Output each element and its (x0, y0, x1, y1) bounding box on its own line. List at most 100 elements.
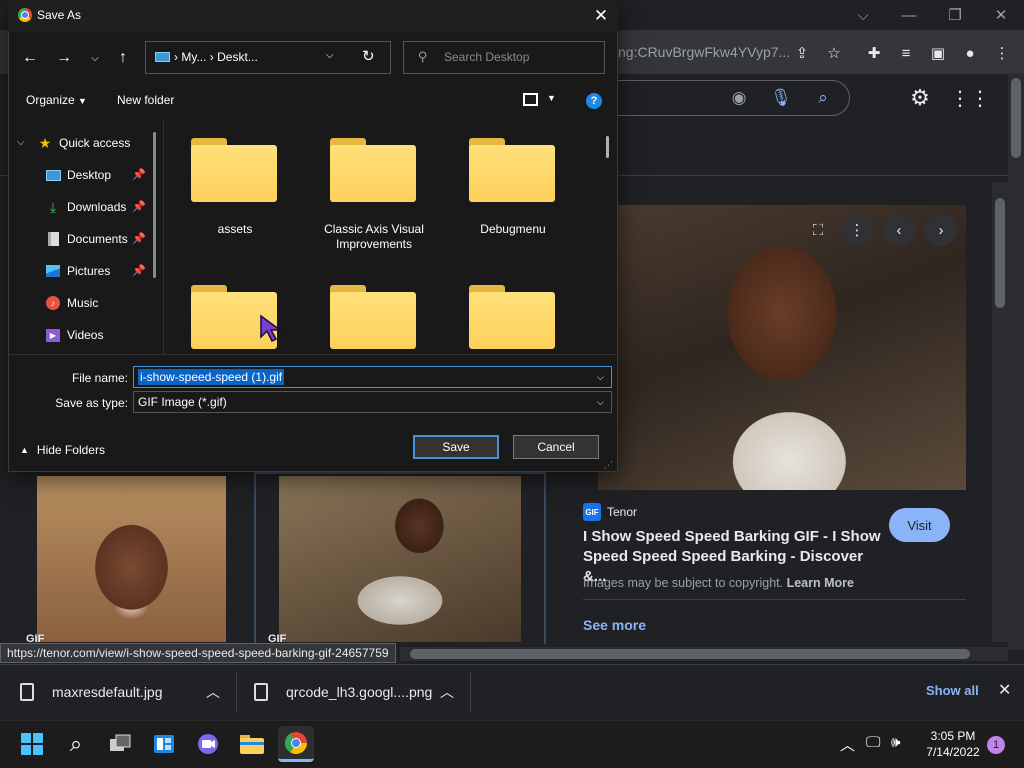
media-control-icon[interactable]: ≡ (894, 41, 918, 65)
chevron-down-icon[interactable]: ⌵ (597, 372, 604, 383)
task-view-icon[interactable] (102, 726, 138, 762)
file-explorer-icon[interactable] (234, 726, 270, 762)
bookmark-star-icon[interactable]: ☆ (822, 41, 846, 65)
address-breadcrumb[interactable]: › My... › Deskt... (174, 50, 258, 64)
organize-menu[interactable]: Organize ▼ (26, 93, 87, 107)
taskbar-search-icon[interactable]: ⌕ (58, 726, 94, 762)
show-all-downloads-link[interactable]: Show all (926, 683, 979, 698)
chrome-icon (18, 8, 32, 22)
pin-icon[interactable]: 📌 (132, 168, 146, 181)
star-icon: ★ (38, 134, 52, 151)
close-shelf-icon[interactable]: ✕ (998, 680, 1011, 700)
save-as-type-value: GIF Image (*.gif) (138, 395, 227, 409)
show-hidden-icons[interactable]: ︿ (840, 734, 855, 755)
windows-logo-icon (21, 733, 43, 755)
help-icon[interactable]: ? (586, 93, 602, 109)
file-icon (20, 683, 34, 701)
chevron-down-icon[interactable]: ⌵ (17, 137, 25, 148)
previous-image-icon[interactable]: ‹ (883, 214, 915, 246)
teams-chat-icon[interactable] (190, 726, 226, 762)
file-list-scrollbar[interactable] (606, 136, 609, 158)
preview-image[interactable] (598, 205, 966, 490)
divider (583, 599, 966, 600)
chevron-down-icon: ▼ (78, 96, 87, 106)
save-button[interactable]: Save (413, 435, 499, 459)
restore-button[interactable]: ❐ (932, 0, 978, 30)
cancel-button[interactable]: Cancel (513, 435, 599, 459)
network-icon[interactable]: 🖵 (866, 734, 880, 751)
google-search-box[interactable] (580, 80, 850, 116)
refresh-icon[interactable]: ↻ (362, 47, 375, 65)
file-name-value[interactable]: i-show-speed-speed (1).gif (138, 369, 285, 385)
view-mode-icon[interactable] (523, 93, 538, 106)
address-bar-url[interactable]: ng:CRuvBrgwFkw4YVyp7... (618, 44, 790, 60)
nav-item-desktop[interactable]: Desktop (45, 164, 111, 186)
volume-icon[interactable]: 🕪 (891, 734, 900, 751)
folder-label: Debugmenu (480, 222, 546, 236)
search-icon[interactable]: ⌕ (812, 87, 834, 109)
notification-badge[interactable]: 1 (987, 736, 1005, 754)
settings-gear-icon[interactable]: ⚙ (906, 84, 934, 112)
hide-folders-toggle[interactable]: ▲ Hide Folders (20, 443, 105, 457)
horizontal-scrollbar-thumb[interactable] (410, 649, 970, 659)
start-button[interactable] (14, 726, 50, 762)
folder-item[interactable] (469, 285, 555, 349)
tray-clock[interactable]: 3:05 PM 7/14/2022 (918, 728, 988, 760)
image-result-thumbnail-selected[interactable] (279, 476, 521, 642)
nav-item-downloads[interactable]: ⤓ Downloads (45, 196, 126, 218)
download-item[interactable]: qrcode_lh3.googl....png (254, 672, 432, 712)
extensions-icon[interactable]: ✚ (862, 41, 886, 65)
recent-locations-icon[interactable]: ⌵ (82, 44, 108, 72)
page-scrollbar[interactable] (1008, 74, 1024, 650)
chrome-taskbar-icon[interactable] (278, 726, 314, 762)
nav-item-documents[interactable]: Documents (45, 228, 128, 250)
tab-search-icon[interactable]: ⌵ (840, 0, 886, 30)
back-arrow-icon[interactable]: ← (17, 44, 43, 72)
more-options-icon[interactable]: ⋮ (841, 214, 873, 246)
nav-item-quick-access[interactable]: ★ Quick access (37, 132, 131, 154)
nav-item-music[interactable]: ♪ Music (45, 292, 98, 314)
address-dropdown-icon[interactable]: ⌵ (326, 50, 334, 61)
download-item[interactable]: maxresdefault.jpg (20, 672, 163, 712)
chevron-down-icon[interactable]: ⌵ (597, 397, 604, 408)
visit-button[interactable]: Visit (889, 508, 950, 542)
nav-item-pictures[interactable]: Pictures (45, 260, 110, 282)
folder-item[interactable] (330, 285, 416, 349)
dialog-titlebar (8, 0, 618, 32)
pin-icon[interactable]: 📌 (132, 232, 146, 245)
panel-scrollbar-thumb[interactable] (995, 198, 1005, 308)
breadcrumb-path[interactable]: My... › Deskt... (181, 50, 257, 64)
image-result-thumbnail[interactable] (37, 476, 226, 642)
apps-grid-icon[interactable]: ⋮⋮ (950, 84, 990, 112)
minimize-button[interactable]: — (886, 0, 932, 30)
see-more-link[interactable]: See more (583, 617, 646, 633)
new-folder-button[interactable]: New folder (117, 93, 174, 107)
dialog-close-button[interactable]: ✕ (586, 3, 616, 29)
pin-icon[interactable]: 📌 (132, 200, 146, 213)
side-panel-icon[interactable]: ▣ (926, 41, 950, 65)
copyright-text: Images may be subject to copyright. (583, 576, 784, 590)
pin-icon[interactable]: 📌 (132, 264, 146, 277)
source-name[interactable]: Tenor (607, 505, 637, 519)
up-arrow-icon[interactable]: ↑ (110, 44, 136, 72)
share-icon[interactable]: ⇪ (790, 41, 814, 65)
camera-search-icon[interactable]: ◉ (728, 87, 750, 109)
chevron-down-icon[interactable]: ▼ (547, 93, 556, 103)
nav-pane-scrollbar[interactable] (153, 132, 156, 278)
nav-item-videos[interactable]: ▶ Videos (45, 324, 103, 346)
chevron-up-icon[interactable]: ︿ (440, 682, 454, 702)
chrome-menu-icon[interactable]: ⋮ (990, 41, 1014, 65)
nav-item-label: Desktop (67, 168, 112, 182)
next-image-icon[interactable]: › (925, 214, 957, 246)
chevron-up-icon[interactable]: ︿ (206, 682, 220, 702)
forward-arrow-icon[interactable]: → (51, 44, 77, 72)
resize-grip-icon[interactable]: ⋰ (604, 460, 613, 471)
widgets-icon[interactable] (146, 726, 182, 762)
page-scrollbar-thumb[interactable] (1011, 78, 1021, 158)
dialog-title: Save As (37, 8, 82, 22)
learn-more-link[interactable]: Learn More (787, 576, 854, 590)
mic-icon[interactable]: 🎙 (770, 87, 792, 109)
lens-icon[interactable]: ⛶ (802, 214, 834, 246)
profile-icon[interactable]: ● (958, 41, 982, 65)
browser-close-button[interactable]: ✕ (978, 0, 1024, 30)
